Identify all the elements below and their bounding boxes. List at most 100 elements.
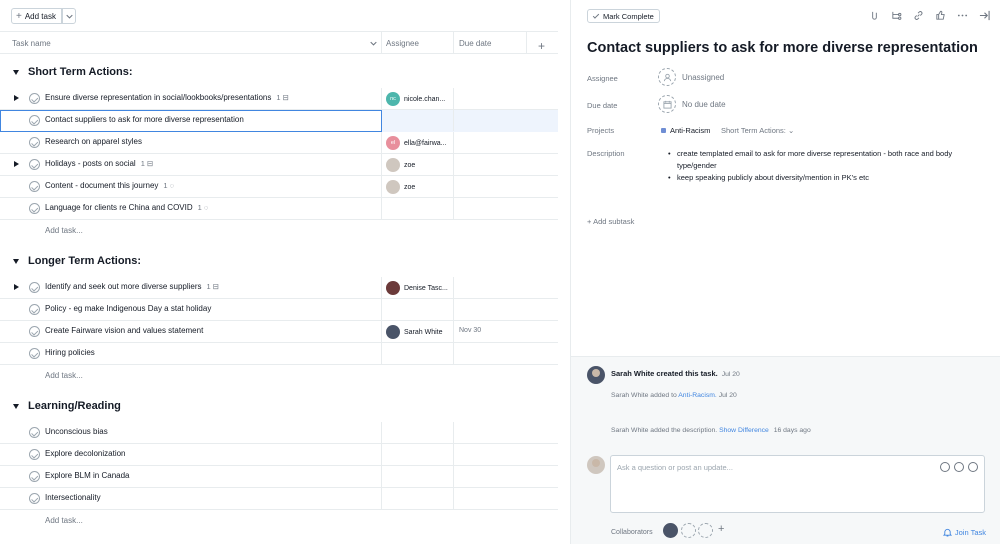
mention-icon[interactable]	[940, 462, 950, 472]
add-subtask-button[interactable]: + Add subtask	[587, 217, 634, 226]
collapse-triangle-icon[interactable]	[13, 258, 19, 264]
complete-check-icon[interactable]	[29, 326, 40, 337]
description-label: Description	[587, 149, 625, 158]
emoji-icon[interactable]	[954, 462, 964, 472]
collapse-triangle-icon[interactable]	[13, 69, 19, 75]
like-icon[interactable]	[935, 10, 946, 21]
expand-triangle-icon[interactable]	[14, 95, 19, 101]
collaborator-avatar[interactable]	[663, 523, 678, 538]
task-row[interactable]: Hiring policies	[0, 343, 558, 365]
due-date-label: Due date	[587, 101, 618, 110]
attachment-icon[interactable]	[869, 10, 880, 21]
assignee-cell[interactable]: nc nicole.chan...	[386, 92, 445, 106]
complete-check-icon[interactable]	[29, 449, 40, 460]
task-row[interactable]: Research on apparel styles el ella@fairwa…	[0, 132, 558, 154]
task-row[interactable]: Holidays - posts on social 1 ⊟ zoe	[0, 154, 558, 176]
task-name: Explore BLM in Canada	[45, 471, 130, 480]
task-name: Ensure diverse representation in social/…	[45, 93, 272, 102]
complete-check-icon[interactable]	[29, 471, 40, 482]
comment-tools	[940, 462, 978, 472]
join-task-button[interactable]: Join Task	[942, 528, 986, 537]
assignee-picker[interactable]	[658, 68, 676, 86]
add-task-row[interactable]: Add task...	[45, 371, 83, 380]
due-date-picker[interactable]	[658, 95, 676, 113]
show-difference-link[interactable]: Show Difference	[719, 427, 769, 434]
complete-check-icon[interactable]	[29, 493, 40, 504]
project-name[interactable]: Anti-Racism	[670, 126, 710, 135]
collaborator-placeholder-icon[interactable]	[698, 523, 713, 538]
subtask-count: 1 ⊟	[206, 282, 220, 291]
complete-check-icon[interactable]	[29, 137, 40, 148]
add-collaborator-button[interactable]: +	[718, 523, 724, 535]
task-row[interactable]: Create Fairware vision and values statem…	[0, 321, 558, 343]
project-link[interactable]: Anti-Racism.	[678, 392, 717, 399]
mark-complete-button[interactable]: Mark Complete	[587, 9, 660, 23]
add-column-button[interactable]: +	[538, 39, 545, 53]
task-row[interactable]: Intersectionality	[0, 488, 558, 510]
complete-check-icon[interactable]	[29, 427, 40, 438]
task-row[interactable]: Explore decolonization	[0, 444, 558, 466]
comment-placeholder: Ask a question or post an update...	[617, 463, 733, 472]
collapse-triangle-icon[interactable]	[13, 403, 19, 409]
complete-check-icon[interactable]	[29, 304, 40, 315]
task-row[interactable]: Unconscious bias	[0, 422, 558, 444]
collaborator-placeholder-icon[interactable]	[681, 523, 696, 538]
section-title: Longer Term Actions:	[28, 255, 142, 267]
task-row-selected[interactable]: Contact suppliers to ask for more divers…	[0, 110, 558, 132]
task-row[interactable]: Explore BLM in Canada	[0, 466, 558, 488]
column-due-date[interactable]: Due date	[459, 39, 491, 48]
project-section-dropdown[interactable]: Short Term Actions: ⌄	[721, 126, 794, 135]
plus-icon: +	[16, 10, 22, 22]
avatar: nc	[386, 92, 400, 106]
comment-count: 1 ◌	[197, 203, 209, 212]
add-task-row[interactable]: Add task...	[45, 226, 83, 235]
complete-check-icon[interactable]	[29, 181, 40, 192]
chevron-down-icon[interactable]	[370, 40, 377, 47]
due-date-value[interactable]: No due date	[682, 100, 726, 109]
user-icon	[663, 73, 671, 81]
description-field[interactable]: create templated email to ask for more d…	[668, 148, 988, 184]
complete-check-icon[interactable]	[29, 203, 40, 214]
subtask-count: 1 ⊟	[276, 93, 289, 102]
column-header-row: Task name Assignee Due date +	[0, 31, 558, 54]
add-task-dropdown-button[interactable]	[62, 8, 76, 24]
assignee-cell[interactable]: zoe	[386, 180, 415, 194]
task-title[interactable]: Contact suppliers to ask for more divers…	[587, 40, 978, 56]
task-row[interactable]: Language for clients re China and COVID 1…	[0, 198, 558, 220]
assignee-value[interactable]: Unassigned	[682, 73, 724, 82]
due-date-cell[interactable]: Nov 30	[459, 327, 481, 334]
task-row[interactable]: Policy - eg make Indigenous Day a stat h…	[0, 299, 558, 321]
task-name[interactable]: Contact suppliers to ask for more divers…	[45, 115, 244, 124]
link-icon[interactable]	[913, 10, 924, 21]
task-row[interactable]: Ensure diverse representation in social/…	[0, 88, 558, 110]
section-header[interactable]: Short Term Actions:	[0, 61, 133, 83]
assignee-cell[interactable]: zoe	[386, 158, 415, 172]
assignee-cell[interactable]: Denise Tasc...	[386, 281, 448, 295]
task-name: Create Fairware vision and values statem…	[45, 326, 204, 335]
add-task-row[interactable]: Add task...	[45, 516, 83, 525]
attach-icon[interactable]	[968, 462, 978, 472]
close-pane-icon[interactable]	[979, 10, 990, 21]
complete-check-icon[interactable]	[29, 282, 40, 293]
assignee-cell[interactable]: Sarah White	[386, 325, 443, 339]
avatar	[386, 281, 400, 295]
task-row[interactable]: Identify and seek out more diverse suppl…	[0, 277, 558, 299]
section-header[interactable]: Learning/Reading	[0, 395, 121, 417]
column-task-name[interactable]: Task name	[12, 39, 51, 48]
subtask-icon[interactable]	[891, 10, 902, 21]
expand-triangle-icon[interactable]	[14, 284, 19, 290]
complete-check-icon[interactable]	[29, 159, 40, 170]
section-header[interactable]: Longer Term Actions:	[0, 250, 141, 272]
assignee-cell[interactable]: el ella@fairwa...	[386, 136, 447, 150]
bell-icon	[942, 528, 952, 537]
complete-check-icon[interactable]	[29, 348, 40, 359]
column-assignee[interactable]: Assignee	[386, 39, 419, 48]
task-name: Content - document this journey	[45, 181, 159, 190]
add-task-button[interactable]: + Add task	[11, 8, 62, 24]
complete-check-icon[interactable]	[29, 93, 40, 104]
more-icon[interactable]	[957, 10, 968, 21]
task-row[interactable]: Content - document this journey 1 ◌ zoe	[0, 176, 558, 198]
expand-triangle-icon[interactable]	[14, 161, 19, 167]
complete-check-icon[interactable]	[29, 115, 40, 126]
comment-input[interactable]: Ask a question or post an update...	[610, 455, 985, 513]
